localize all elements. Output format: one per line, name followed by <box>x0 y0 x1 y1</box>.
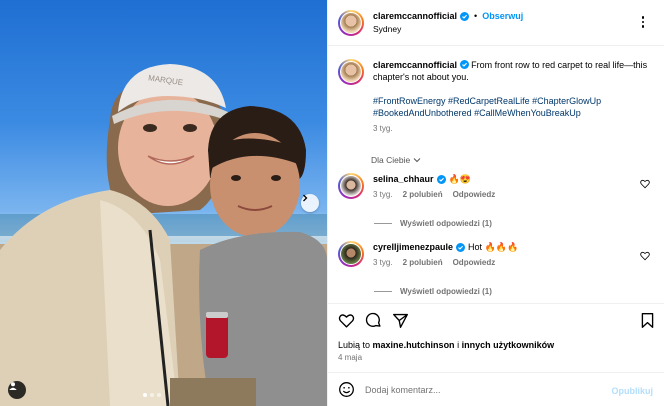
replies-divider <box>374 223 392 224</box>
comment-time[interactable]: 3 tyg. <box>373 257 393 269</box>
post-date[interactable]: 4 maja <box>338 353 362 362</box>
caption-hashtags[interactable]: #FrontRowEnergy #RedCarpetRealLife #Chap… <box>373 95 653 119</box>
post-action-bar <box>328 303 664 337</box>
view-replies-button[interactable]: Wyświetl odpowiedzi (1) <box>374 287 492 296</box>
chevron-right-icon <box>303 194 308 202</box>
comment-bubble-icon[interactable] <box>365 312 382 329</box>
comment-item: selina_chhaur 🔥😍 3 tyg. 2 polubień Odpow… <box>338 173 658 201</box>
save-bookmark-icon[interactable] <box>639 312 656 329</box>
comment-text: 🔥😍 <box>448 174 471 184</box>
author-username[interactable]: claremccannofficial <box>373 10 457 22</box>
verified-badge-icon <box>460 11 470 21</box>
comment-input[interactable] <box>365 384 595 395</box>
chevron-down-icon <box>413 158 421 163</box>
view-replies-label: Wyświetl odpowiedzi (1) <box>400 219 492 228</box>
post-details-panel: claremccannofficial • Obserwuj Sydney cl… <box>327 0 664 406</box>
comment-time[interactable]: 3 tyg. <box>373 189 393 201</box>
more-dots-icon <box>641 16 645 19</box>
author-meta: claremccannofficial • Obserwuj Sydney <box>373 10 523 35</box>
user-tag-icon <box>9 382 17 390</box>
photo-illustration: MARQUE <box>0 64 327 406</box>
likes-summary: Lubią to maxine.hutchinson i innych użyt… <box>338 340 554 350</box>
more-dots-icon <box>641 25 645 28</box>
commenter-username[interactable]: cyrelljimenezpaule <box>373 241 453 253</box>
tagged-users-button[interactable] <box>8 381 26 399</box>
comment-composer: Opublikuj <box>328 372 664 406</box>
verified-badge-icon <box>459 60 469 69</box>
carousel-dot <box>143 393 147 397</box>
view-replies-label: Wyświetl odpowiedzi (1) <box>400 287 492 296</box>
view-replies-button[interactable]: Wyświetl odpowiedzi (1) <box>374 219 492 228</box>
post-header: claremccannofficial • Obserwuj Sydney <box>328 0 664 46</box>
commenter-avatar[interactable] <box>338 173 364 199</box>
author-avatar[interactable] <box>338 9 364 36</box>
comments-filter-dropdown[interactable]: Dla Ciebie <box>371 155 421 165</box>
reply-button[interactable]: Odpowiedz <box>453 189 496 201</box>
caption-time[interactable]: 3 tyg. <box>373 123 653 135</box>
verified-badge-icon <box>456 242 466 252</box>
separator-dot: • <box>474 11 478 21</box>
comment-text: Hot 🔥🔥🔥 <box>468 242 519 252</box>
caption-author-avatar[interactable] <box>338 59 364 85</box>
carousel-dot <box>150 393 154 397</box>
post-modal: MARQUE claremccannofficial • Obserwuj Sy… <box>0 0 664 406</box>
comment-likes[interactable]: 2 polubień <box>403 257 443 269</box>
carousel-indicator <box>143 393 161 397</box>
likes-others[interactable]: innych użytkowników <box>462 340 555 350</box>
carousel-next-button[interactable] <box>301 194 319 212</box>
post-caption: claremccannofficial From front row to re… <box>338 59 658 135</box>
post-photo[interactable]: MARQUE <box>0 0 327 406</box>
emoji-picker-icon[interactable] <box>338 381 355 398</box>
reply-button[interactable]: Odpowiedz <box>453 257 496 269</box>
carousel-dot <box>157 393 161 397</box>
likes-user[interactable]: maxine.hutchinson <box>373 340 455 350</box>
publish-comment-button[interactable]: Opublikuj <box>612 386 654 396</box>
comment-like-heart-icon[interactable] <box>640 179 650 189</box>
comment-like-heart-icon[interactable] <box>640 251 650 261</box>
comment-item: cyrelljimenezpaule Hot 🔥🔥🔥 3 tyg. 2 polu… <box>338 241 658 269</box>
likes-prefix: Lubią to <box>338 340 371 350</box>
likes-conj: i <box>457 340 460 350</box>
verified-badge-icon <box>436 174 446 184</box>
more-options-button[interactable] <box>636 15 650 29</box>
post-location[interactable]: Sydney <box>373 23 523 35</box>
replies-divider <box>374 291 392 292</box>
comment-likes[interactable]: 2 polubień <box>403 189 443 201</box>
share-send-icon[interactable] <box>392 312 409 329</box>
commenter-username[interactable]: selina_chhaur <box>373 173 434 185</box>
like-heart-icon[interactable] <box>338 312 355 329</box>
comments-filter-label: Dla Ciebie <box>371 155 411 165</box>
follow-button[interactable]: Obserwuj <box>482 10 523 22</box>
commenter-avatar[interactable] <box>338 241 364 267</box>
more-dots-icon <box>641 20 645 24</box>
caption-username[interactable]: claremccannofficial <box>373 60 457 70</box>
